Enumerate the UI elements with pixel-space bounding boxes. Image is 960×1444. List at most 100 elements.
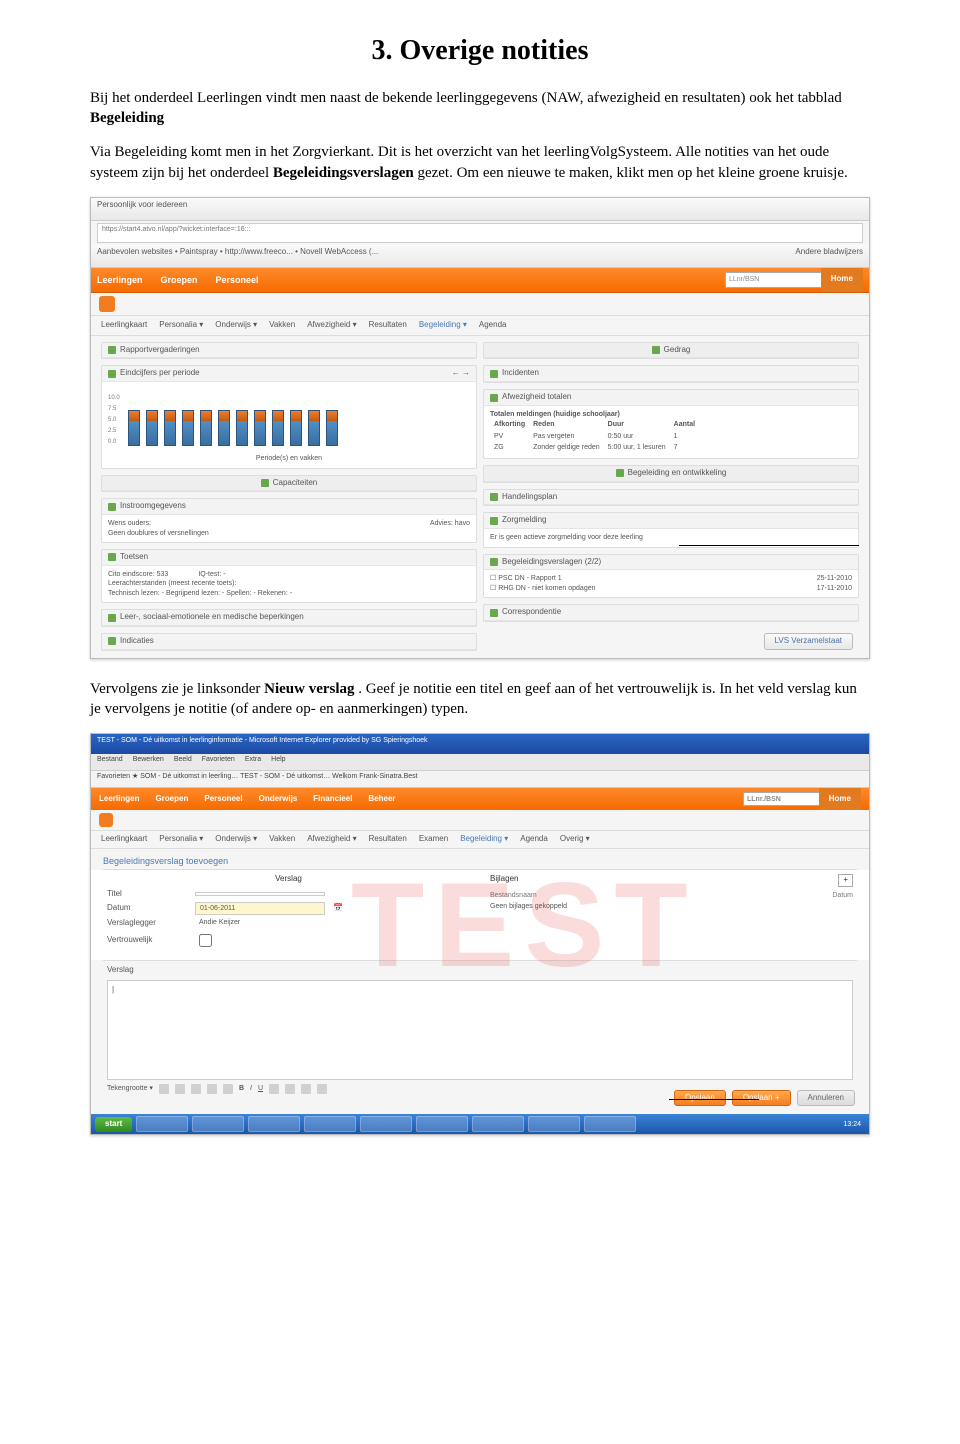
- table-row: ZG Zonder geldige reden 5:00 uur, 1 lesu…: [490, 442, 699, 453]
- bold-icon[interactable]: B: [239, 1084, 244, 1093]
- bookmarks-left[interactable]: Aanbevolen websites • Paintspray • http:…: [97, 247, 378, 265]
- tab-leerlingkaart[interactable]: Leerlingkaart: [101, 320, 147, 331]
- bijlagen-th-naam: Bestandsnaam: [490, 891, 537, 900]
- tab2-vakken[interactable]: Vakken: [269, 834, 295, 845]
- tab-personalia[interactable]: Personalia ▾: [159, 320, 203, 331]
- panel-title: Zorgmelding: [502, 515, 546, 526]
- panel-gedrag-header: Gedrag: [483, 342, 859, 360]
- th-duur: Duur: [604, 419, 670, 430]
- tab2-resultaten[interactable]: Resultaten: [369, 834, 407, 845]
- menu-help[interactable]: Help: [271, 755, 285, 769]
- tab2-overig[interactable]: Overig ▾: [560, 834, 590, 845]
- titel-input[interactable]: [195, 892, 325, 896]
- verslag-textarea[interactable]: |: [107, 980, 853, 1080]
- bar: [182, 410, 194, 446]
- verslag-row-title[interactable]: ☐ RHG DN - niet komen opdagen: [490, 584, 596, 593]
- nav-personeel[interactable]: Personeel: [216, 274, 259, 286]
- datum-input[interactable]: 01-06-2011: [195, 902, 325, 915]
- tab2-leerlingkaart[interactable]: Leerlingkaart: [101, 834, 147, 845]
- tab2-examen[interactable]: Examen: [419, 834, 448, 845]
- home-tab-2[interactable]: Home: [819, 788, 861, 810]
- cell: 0:50 uur: [604, 431, 670, 442]
- list-icon[interactable]: [317, 1084, 327, 1094]
- italic-icon[interactable]: I: [250, 1084, 252, 1093]
- underline-icon[interactable]: U: [258, 1084, 263, 1093]
- panel-rapportvergaderingen: Rapportvergaderingen: [101, 342, 477, 360]
- panel-title: Afwezigheid totalen: [502, 392, 571, 403]
- nav-groepen[interactable]: Groepen: [161, 274, 198, 286]
- tab2-begeleiding[interactable]: Begeleiding ▾: [460, 834, 508, 845]
- taskbar-item[interactable]: [192, 1116, 244, 1132]
- align-right-icon[interactable]: [301, 1084, 311, 1094]
- panel-title: Begeleidingsverslagen (2/2): [502, 557, 601, 568]
- p3-text-a: Vervolgens zie je linksonder: [90, 681, 264, 697]
- bijlagen-empty: Geen bijlages gekoppeld: [490, 902, 853, 911]
- panel-begeleidingsverslagen: Begeleidingsverslagen (2/2) ☐ PSC DN - R…: [483, 554, 859, 599]
- panel-begeleiding-header: Begeleiding en ontwikkeling: [483, 465, 859, 483]
- tab-vakken[interactable]: Vakken: [269, 320, 295, 331]
- home-icon[interactable]: [99, 813, 113, 827]
- verslag-label: Verslag: [91, 961, 869, 976]
- panel-toetsen: Toetsen Cito eindscore: 533 IQ-test: - L…: [101, 549, 477, 603]
- vertrouwelijk-checkbox[interactable]: [199, 934, 212, 947]
- tab-begeleiding[interactable]: Begeleiding ▾: [419, 320, 467, 331]
- favorites-bar: Favorieten ★ SOM - Dé uitkomst in leerli…: [91, 771, 869, 788]
- bar: [254, 410, 266, 446]
- add-bijlage-button[interactable]: +: [838, 874, 853, 887]
- tekengrootte-select[interactable]: Tekengrootte ▾: [107, 1084, 153, 1093]
- taskbar-item[interactable]: [360, 1116, 412, 1132]
- taskbar-item[interactable]: [528, 1116, 580, 1132]
- menu-beeld[interactable]: Beeld: [174, 755, 192, 769]
- nav-leerlingen[interactable]: Leerlingen: [97, 274, 143, 286]
- menu-favorieten[interactable]: Favorieten: [202, 755, 235, 769]
- verslaglegger-value: Andie Keijzer: [195, 917, 323, 928]
- align-center-icon[interactable]: [285, 1084, 295, 1094]
- taskbar-item[interactable]: [248, 1116, 300, 1132]
- taskbar-item[interactable]: [472, 1116, 524, 1132]
- lvs-verzamelstaat-button[interactable]: LVS Verzamelstaat: [764, 633, 853, 650]
- panel-title: Begeleiding en ontwikkeling: [628, 468, 727, 479]
- verslag-row-date: 25-11-2010: [817, 574, 852, 583]
- menu-bewerken[interactable]: Bewerken: [133, 755, 164, 769]
- menu-bestand[interactable]: Bestand: [97, 755, 123, 769]
- align-left-icon[interactable]: [269, 1084, 279, 1094]
- bookmarks-right[interactable]: Andere bladwijzers: [795, 247, 863, 265]
- panel-title: Correspondentie: [502, 607, 561, 618]
- panel-zorgmelding: Zorgmelding Er is geen actieve zorgmeldi…: [483, 512, 859, 547]
- tab2-onderwijs[interactable]: Onderwijs ▾: [215, 834, 257, 845]
- address-bar[interactable]: https://start4.atvo.nl/app/?wicket:inter…: [97, 223, 863, 243]
- nav2-groepen[interactable]: Groepen: [155, 794, 188, 805]
- taskbar-item[interactable]: [416, 1116, 468, 1132]
- taskbar-item[interactable]: [304, 1116, 356, 1132]
- tab2-personalia[interactable]: Personalia ▾: [159, 834, 203, 845]
- cut-icon[interactable]: [159, 1084, 169, 1094]
- tab2-agenda[interactable]: Agenda: [520, 834, 548, 845]
- opslaan-plus-button[interactable]: Opslaan +: [732, 1090, 791, 1107]
- nav2-onderwijs[interactable]: Onderwijs: [259, 794, 298, 805]
- undo-icon[interactable]: [207, 1084, 217, 1094]
- verslag-row-title[interactable]: ☐ PSC DN - Rapport 1: [490, 574, 562, 583]
- nav2-personeel[interactable]: Personeel: [204, 794, 242, 805]
- calendar-icon[interactable]: 📅: [333, 903, 343, 914]
- nav2-leerlingen[interactable]: Leerlingen: [99, 794, 139, 805]
- menu-extra[interactable]: Extra: [245, 755, 261, 769]
- start-button[interactable]: start: [95, 1117, 132, 1132]
- nav2-beheer[interactable]: Beheer: [368, 794, 395, 805]
- tab-onderwijs[interactable]: Onderwijs ▾: [215, 320, 257, 331]
- ytick: 10.0: [108, 394, 120, 402]
- tab-resultaten[interactable]: Resultaten: [369, 320, 407, 331]
- annuleren-button[interactable]: Annuleren: [797, 1090, 855, 1107]
- tab-afwezigheid[interactable]: Afwezigheid ▾: [307, 320, 356, 331]
- tab-agenda[interactable]: Agenda: [479, 320, 507, 331]
- taskbar-item[interactable]: [136, 1116, 188, 1132]
- tab2-afwezigheid[interactable]: Afwezigheid ▾: [307, 834, 356, 845]
- nav2-financieel[interactable]: Financieel: [313, 794, 352, 805]
- paste-icon[interactable]: [191, 1084, 201, 1094]
- panel-title: Eindcijfers per periode: [120, 368, 200, 379]
- redo-icon[interactable]: [223, 1084, 233, 1094]
- taskbar-item[interactable]: [584, 1116, 636, 1132]
- home-icon[interactable]: [99, 296, 115, 312]
- opslaan-button[interactable]: Opslaan: [674, 1090, 726, 1107]
- home-tab[interactable]: Home: [821, 268, 863, 292]
- copy-icon[interactable]: [175, 1084, 185, 1094]
